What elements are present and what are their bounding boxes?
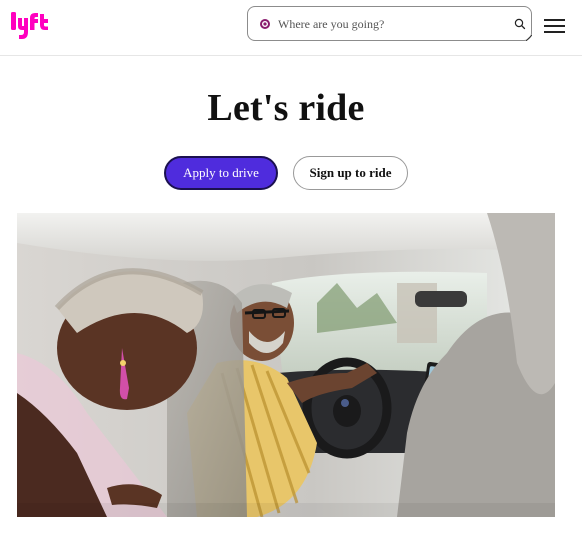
lyft-logo[interactable] bbox=[10, 10, 52, 40]
menu-line bbox=[544, 19, 565, 21]
lyft-logo-icon bbox=[11, 12, 48, 39]
menu-line bbox=[544, 25, 565, 27]
location-dot-icon bbox=[260, 19, 270, 29]
driver-passenger-image bbox=[17, 213, 555, 517]
search-icon[interactable] bbox=[513, 17, 527, 31]
apply-to-drive-button[interactable]: Apply to drive bbox=[164, 156, 278, 190]
hamburger-menu-icon[interactable] bbox=[543, 15, 567, 35]
page: Let's ride Apply to drive Sign up to rid… bbox=[0, 0, 582, 542]
site-header bbox=[0, 0, 582, 56]
destination-search[interactable] bbox=[247, 6, 532, 41]
page-title: Let's ride bbox=[207, 87, 365, 129]
search-input[interactable] bbox=[278, 13, 498, 35]
menu-line bbox=[544, 31, 565, 33]
resize-corner-icon bbox=[526, 35, 532, 41]
hero-photo bbox=[17, 213, 555, 517]
sign-up-to-ride-button[interactable]: Sign up to ride bbox=[293, 156, 408, 190]
